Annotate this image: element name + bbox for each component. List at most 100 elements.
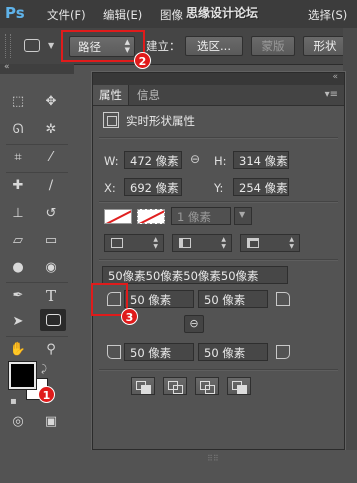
radius-bottom-right-field[interactable]: 50 像素	[198, 343, 268, 361]
lasso-icon[interactable]: ᘏ	[7, 120, 29, 140]
annotation-badge-2: 2	[134, 52, 151, 69]
radius-top-right-field[interactable]: 50 像素	[198, 290, 268, 308]
y-field[interactable]: 254 像素	[233, 178, 289, 196]
zoom-icon[interactable]: ⚲	[40, 340, 62, 360]
stroke-width-field[interactable]: 1 像素	[171, 207, 231, 225]
chevron-down-icon: ▼	[48, 41, 55, 50]
combine-icon-part	[141, 385, 151, 394]
path-select-icon[interactable]: ➤	[7, 312, 29, 332]
stroke-join-select[interactable]: ▲ ▼	[240, 234, 300, 252]
y-label: Y:	[214, 181, 224, 195]
type-icon[interactable]: T	[40, 286, 62, 306]
radius-bottom-left-field[interactable]: 50 像素	[124, 343, 194, 361]
options-grip[interactable]	[5, 34, 11, 58]
crop-icon[interactable]: ⌗	[7, 148, 29, 168]
divider	[99, 369, 338, 371]
rect-marquee-icon[interactable]: ⬚	[7, 92, 29, 112]
toolbar-divider	[6, 282, 68, 283]
x-label: X:	[104, 181, 116, 195]
updown-arrows-icon: ▲ ▼	[153, 236, 158, 250]
brush-icon[interactable]: ∕	[40, 176, 62, 196]
menu-bar: Ps 文件(F) 编辑(E) 图像 选择(S) 思缘设计论坛	[0, 0, 357, 29]
screen-mode-icon[interactable]: ▣	[40, 412, 62, 432]
menu-edit[interactable]: 编辑(E)	[103, 7, 142, 23]
corner-top-right-icon	[276, 292, 290, 306]
history-brush-icon[interactable]: ↺	[40, 204, 62, 224]
divider	[99, 259, 338, 261]
photoshop-logo: Ps	[5, 4, 25, 22]
stroke-swatch[interactable]	[137, 209, 165, 224]
divider	[99, 201, 338, 203]
toolbar-divider	[6, 144, 68, 145]
stamp-icon[interactable]: ⊥	[7, 204, 29, 224]
no-fill-icon	[105, 210, 131, 223]
subtract-icon-part	[173, 385, 183, 394]
intersect-shape-button[interactable]	[195, 377, 219, 395]
shape-button[interactable]: 形状	[303, 36, 347, 56]
stroke-width-dropdown[interactable]: ▼	[234, 207, 252, 225]
corner-bottom-left-icon	[107, 345, 121, 359]
menu-image[interactable]: 图像	[160, 7, 183, 23]
selection-button[interactable]: 选区...	[185, 36, 243, 56]
pen-icon[interactable]: ✒	[7, 286, 29, 306]
default-colors-icon[interactable]: ▪	[10, 396, 17, 407]
resize-grip-icon[interactable]: ⠿⠿	[207, 454, 219, 463]
stroke-cap-icon	[179, 238, 191, 248]
options-bar: ▼ 路径 ▲ ▼ 建立： 选区... 蒙版 形状	[0, 28, 357, 65]
divider	[99, 137, 338, 139]
x-field[interactable]: 692 像素	[124, 178, 182, 196]
exclude-icon-part	[237, 385, 247, 394]
menu-select[interactable]: 选择(S)	[308, 7, 347, 23]
annotation-badge-3: 3	[121, 308, 138, 325]
width-field[interactable]: 472 像素	[124, 151, 182, 169]
stroke-align-select[interactable]: ▲ ▼	[104, 234, 164, 252]
tools-panel-header: «	[0, 62, 74, 74]
mask-button[interactable]: 蒙版	[251, 36, 295, 56]
chevron-down-icon: ▼	[239, 210, 246, 219]
subtract-shape-button[interactable]	[163, 377, 187, 395]
updown-arrows-icon: ▲ ▼	[289, 236, 294, 250]
foreground-color-swatch[interactable]	[8, 361, 37, 390]
no-stroke-icon	[138, 210, 164, 223]
gradient-icon[interactable]: ▭	[40, 231, 62, 251]
corner-radius-summary[interactable]: 50像素50像素50像素50像素	[102, 266, 288, 284]
fill-swatch[interactable]	[104, 209, 132, 224]
radius-top-left-field[interactable]: 50 像素	[124, 290, 194, 308]
link-radii-button[interactable]: ⊖	[184, 315, 204, 333]
hand-icon[interactable]: ✋	[7, 340, 29, 360]
dodge-icon[interactable]: ◉	[40, 258, 62, 278]
toolbar-divider	[6, 336, 68, 337]
eraser-icon[interactable]: ▱	[7, 231, 29, 251]
collapse-icon[interactable]: «	[332, 72, 338, 82]
magic-wand-icon[interactable]: ✲	[40, 120, 62, 140]
bottom-dock-area: ⠿⠿	[0, 450, 357, 483]
stroke-cap-select[interactable]: ▲ ▼	[172, 234, 232, 252]
exclude-shape-button[interactable]	[227, 377, 251, 395]
rounded-rect-tool[interactable]	[40, 309, 66, 331]
quick-mask-icon[interactable]: ◎	[7, 412, 29, 432]
rounded-rect-icon	[46, 314, 61, 326]
tab-properties[interactable]: 属性	[93, 85, 129, 105]
tools-panel: « ⬚ ✥ ᘏ ✲ ⌗ ⁄ ✚ ∕ ⊥ ↺ ▱ ▭ ● ◉ ✒ T ➤ ✋ ⚲ …	[0, 62, 74, 483]
annotation-badge-1: 1	[38, 386, 55, 403]
link-icon: ⊖	[189, 317, 199, 330]
eyedropper-icon[interactable]: ⁄	[40, 148, 62, 168]
dock-scrollbar[interactable]	[343, 28, 357, 483]
intersect-icon-part	[205, 385, 215, 394]
combine-shapes-button[interactable]	[131, 377, 155, 395]
tab-info[interactable]: 信息	[131, 85, 166, 105]
link-dimensions-icon[interactable]: ⊖	[190, 152, 200, 166]
collapse-icon[interactable]: «	[4, 62, 10, 72]
corner-bottom-right-icon	[276, 345, 290, 359]
menu-file[interactable]: 文件(F)	[47, 7, 86, 23]
panel-menu-icon[interactable]: ▾≡	[325, 89, 338, 100]
spot-heal-icon[interactable]: ✚	[7, 176, 29, 196]
move-icon[interactable]: ✥	[40, 92, 62, 112]
tool-preset-picker[interactable]: ▼	[20, 37, 64, 55]
properties-panel: « 属性 信息 ▾≡ 实时形状属性 W: 472 像素 ⊖ H: 314 像素 …	[92, 72, 345, 450]
blur-icon[interactable]: ●	[7, 258, 29, 278]
height-field[interactable]: 314 像素	[233, 151, 289, 169]
panel-title-bar[interactable]: «	[93, 72, 344, 85]
swap-colors-icon[interactable]: ⤸	[41, 364, 47, 375]
annotation-box-2	[61, 30, 145, 62]
